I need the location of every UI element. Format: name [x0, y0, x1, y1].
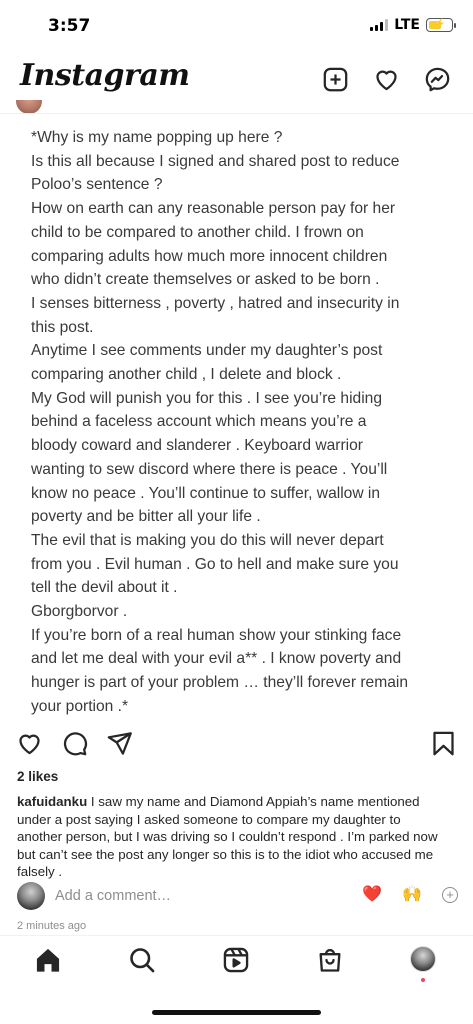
home-icon[interactable]	[34, 946, 64, 976]
quick-reactions: ❤️ 🙌 +	[362, 887, 458, 903]
cellular-signal-icon	[370, 19, 389, 31]
shop-icon[interactable]	[316, 946, 346, 976]
reels-icon[interactable]	[222, 946, 252, 976]
header-actions	[322, 66, 451, 93]
caption-username[interactable]: kafuidanku	[17, 794, 87, 809]
notification-dot	[421, 978, 425, 982]
current-user-avatar	[17, 882, 45, 910]
heart-icon[interactable]	[373, 66, 400, 93]
post-image-text[interactable]: *Why is my name popping up here ? Is thi…	[31, 126, 451, 719]
search-icon[interactable]	[128, 946, 158, 976]
messenger-icon[interactable]	[424, 66, 451, 93]
new-post-icon[interactable]	[322, 66, 349, 93]
network-type: LTE	[394, 17, 420, 33]
add-comment-row: Add a comment… ❤️ 🙌 +	[17, 880, 458, 914]
app-header: Instagram	[0, 52, 473, 106]
status-indicators: LTE ⚡	[370, 17, 456, 33]
bottom-nav	[0, 935, 473, 1024]
battery-icon: ⚡	[426, 18, 456, 32]
status-time: 3:57	[48, 16, 91, 36]
post-action-bar	[16, 730, 457, 760]
likes-count[interactable]: 2 likes	[17, 769, 58, 784]
charging-bolt-icon: ⚡	[433, 19, 446, 30]
comment-icon[interactable]	[61, 730, 88, 757]
save-bookmark-icon[interactable]	[430, 730, 457, 757]
like-heart-icon[interactable]	[16, 730, 43, 757]
add-comment-input[interactable]: Add a comment…	[55, 888, 171, 904]
divider	[0, 113, 473, 114]
profile-avatar[interactable]	[410, 946, 440, 982]
post-author-avatar[interactable]	[16, 100, 42, 114]
share-send-icon[interactable]	[106, 730, 133, 757]
instagram-logo[interactable]: Instagram	[20, 58, 190, 93]
raised-hands-emoji-button[interactable]: 🙌	[402, 887, 422, 903]
post-caption: kafuidanku I saw my name and Diamond App…	[17, 793, 447, 881]
status-bar: 3:57 LTE ⚡	[0, 0, 473, 52]
add-emoji-icon[interactable]: +	[442, 887, 458, 903]
post-image-body: *Why is my name popping up here ? Is thi…	[31, 129, 409, 715]
home-indicator[interactable]	[152, 1010, 321, 1015]
post-timestamp: 2 minutes ago	[17, 920, 87, 932]
heart-emoji-button[interactable]: ❤️	[362, 887, 382, 903]
